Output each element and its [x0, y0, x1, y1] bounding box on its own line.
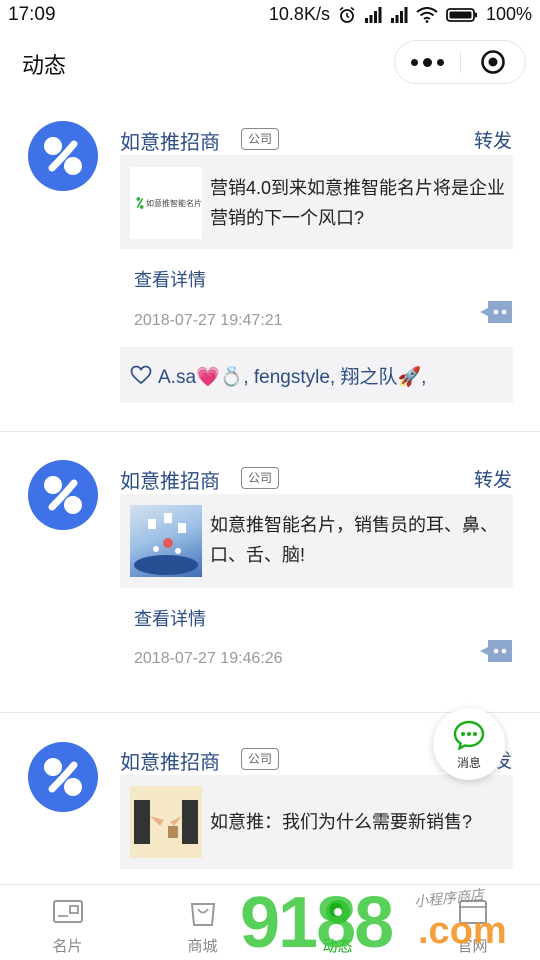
comment-icon[interactable] — [480, 640, 512, 662]
author-name[interactable]: 如意推招商 — [120, 126, 220, 155]
tab-mall[interactable]: 商城 — [135, 885, 270, 960]
message-fab[interactable]: 消息 — [433, 708, 505, 780]
avatar[interactable] — [28, 742, 98, 812]
article-thumbnail: 如意推智能名片 — [130, 167, 202, 239]
tab-label: 动态 — [322, 938, 353, 955]
share-button[interactable]: 转发 — [474, 465, 512, 492]
comment-icon[interactable] — [480, 301, 512, 323]
company-tag: 公司 — [241, 748, 279, 770]
logo-icon — [44, 758, 82, 796]
post-time: 2018-07-27 19:47:21 — [134, 312, 283, 329]
thumbnail-caption: 如意推智能名片 — [146, 198, 202, 208]
tab-label: 官网 — [457, 938, 488, 955]
article-title: 如意推：我们为什么需要新销售? — [210, 812, 473, 832]
company-tag: 公司 — [241, 128, 279, 150]
article-card[interactable]: 如意推智能名片 营销4.0到来如意推智能名片将是企业营销的下一个风口? — [120, 155, 513, 249]
article-title: 营销4.0到来如意推智能名片将是企业营销的下一个风口? — [210, 178, 506, 228]
chat-bubble-icon — [453, 720, 485, 750]
alarm-icon — [339, 6, 355, 23]
more-dot-icon — [436, 58, 444, 66]
bottom-tab-bar: 名片 商城 动态 官网 — [0, 884, 540, 960]
tab-moments[interactable]: 动态 — [270, 885, 405, 960]
author-name[interactable]: 如意推招商 — [120, 465, 220, 494]
wifi-icon — [416, 6, 438, 23]
article-card[interactable]: 如意推智能名片，销售员的耳、鼻、口、舌、脑! — [120, 494, 513, 588]
shopping-bag-icon — [190, 903, 215, 926]
message-label: 消息 — [456, 756, 481, 770]
tab-card[interactable]: 名片 — [0, 885, 135, 960]
article-title: 如意推智能名片，销售员的耳、鼻、口、舌、脑! — [210, 515, 498, 565]
more-dot-icon — [422, 57, 432, 67]
logo-icon — [44, 137, 82, 175]
status-time: 17:09 — [8, 4, 56, 25]
status-bar: 17:09 10.8K/s 100% — [0, 0, 540, 30]
view-details-link[interactable]: 查看详情 — [134, 605, 206, 631]
more-dot-icon — [410, 58, 418, 66]
article-thumbnail — [130, 505, 202, 577]
article-thumbnail — [130, 786, 202, 858]
author-name[interactable]: 如意推招商 — [120, 746, 220, 775]
network-speed: 10.8K/s — [268, 4, 330, 24]
nav-bar: 动态 — [0, 30, 540, 92]
battery-icon — [446, 7, 477, 22]
heart-icon — [130, 365, 152, 385]
status-right: 10.8K/s 100% — [269, 4, 532, 25]
moments-icon — [325, 900, 350, 924]
target-close-icon — [480, 50, 505, 74]
logo-icon — [44, 476, 82, 514]
signal-icon-2 — [390, 6, 408, 23]
tab-label: 商城 — [187, 938, 218, 955]
avatar[interactable] — [28, 460, 98, 530]
card-icon — [52, 900, 83, 923]
miniprogram-capsule — [394, 40, 526, 84]
website-icon — [458, 900, 487, 924]
likes-bar: A.sa💗💍, fengstyle, 翔之队🚀, — [120, 347, 513, 403]
share-button[interactable]: 转发 — [474, 126, 512, 153]
page-title: 动态 — [22, 53, 67, 78]
close-miniprogram-button[interactable] — [461, 41, 526, 83]
view-details-link[interactable]: 查看详情 — [134, 266, 206, 292]
article-card[interactable]: 如意推：我们为什么需要新销售? — [120, 775, 513, 869]
handshake-image-icon — [134, 800, 198, 844]
post-divider — [0, 431, 540, 432]
company-tag: 公司 — [241, 467, 279, 489]
likes-names[interactable]: A.sa💗💍, fengstyle, 翔之队🚀, — [158, 362, 426, 389]
signal-icon-1 — [364, 6, 382, 23]
battery-level: 100% — [485, 4, 532, 24]
brand-mark-icon — [136, 197, 144, 209]
more-button[interactable] — [395, 41, 460, 83]
crowd-image-icon — [134, 513, 198, 575]
tab-website[interactable]: 官网 — [405, 885, 540, 960]
avatar[interactable] — [28, 121, 98, 191]
post-time: 2018-07-27 19:46:26 — [134, 650, 283, 667]
tab-label: 名片 — [52, 938, 83, 955]
